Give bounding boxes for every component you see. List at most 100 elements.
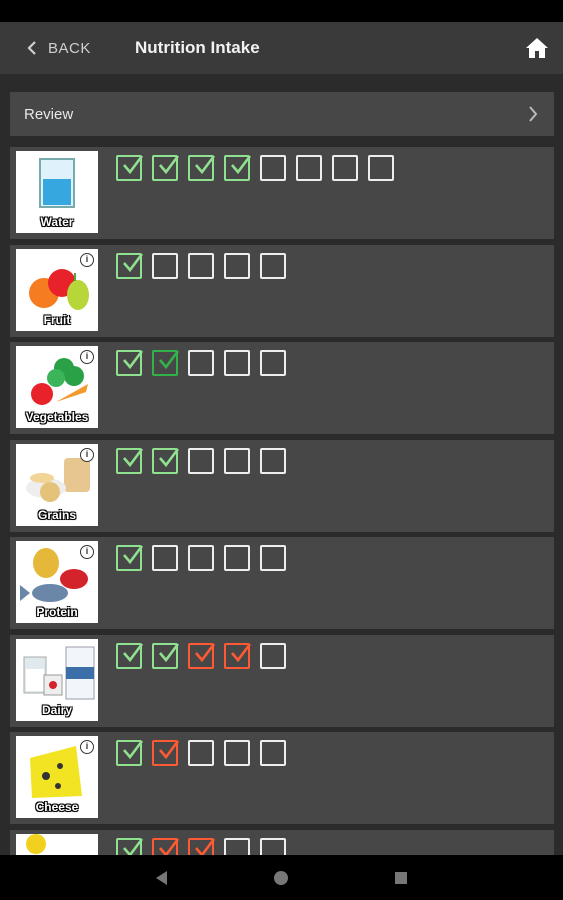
serving-checkbox-checked[interactable] <box>116 155 144 181</box>
serving-checkbox-empty[interactable] <box>260 837 286 855</box>
food-label: Grains <box>37 507 76 522</box>
food-row-grains[interactable]: i Grains <box>10 439 554 532</box>
serving-checkbox-checked[interactable] <box>116 642 144 669</box>
serving-checkbox-checked[interactable] <box>224 155 252 181</box>
food-row-water[interactable]: Water <box>10 147 554 239</box>
page-title: Nutrition Intake <box>135 38 260 57</box>
serving-checkbox-checked[interactable] <box>116 252 144 279</box>
serving-checkbox-checked[interactable] <box>152 447 180 474</box>
food-label: Cheese <box>35 800 79 814</box>
nav-home-icon[interactable] <box>272 869 290 887</box>
serving-checkboxes <box>116 447 286 474</box>
home-icon[interactable] <box>525 36 549 60</box>
serving-checkbox-empty[interactable] <box>368 155 394 181</box>
nav-back-icon[interactable] <box>153 869 171 887</box>
serving-checkbox-checked[interactable] <box>188 642 216 669</box>
serving-checkbox-empty[interactable] <box>224 740 250 766</box>
nav-recents-icon[interactable] <box>392 869 410 887</box>
checkmark-icon <box>123 252 144 272</box>
serving-checkbox-empty[interactable] <box>224 545 250 571</box>
info-icon[interactable]: i <box>80 350 94 364</box>
food-row-cheese[interactable]: i Cheese <box>10 732 554 824</box>
checkmark-icon <box>159 350 180 370</box>
info-icon[interactable]: i <box>80 545 94 559</box>
serving-checkbox-empty[interactable] <box>260 252 286 279</box>
serving-checkbox-checked[interactable] <box>116 447 144 474</box>
serving-checkbox-empty[interactable] <box>152 545 178 571</box>
serving-checkbox-checked[interactable] <box>224 642 252 669</box>
checkmark-icon <box>123 837 144 855</box>
serving-checkbox-checked[interactable] <box>188 837 216 855</box>
serving-checkbox-empty[interactable] <box>260 642 286 669</box>
checkmark-icon <box>123 155 144 175</box>
review-row[interactable]: Review <box>10 92 554 136</box>
serving-checkbox-checked[interactable] <box>188 155 216 181</box>
serving-checkbox-empty[interactable] <box>224 252 250 279</box>
app-bar: BACK Nutrition Intake <box>0 22 563 74</box>
serving-checkbox-checked[interactable] <box>116 837 144 855</box>
serving-checkbox-checked[interactable] <box>152 740 180 766</box>
food-row-protein[interactable]: i Protein <box>10 537 554 629</box>
serving-checkboxes <box>116 740 286 766</box>
serving-checkbox-checked[interactable] <box>116 545 144 571</box>
food-image[interactable]: i Protein <box>16 541 98 623</box>
food-label: Dairy <box>41 702 73 717</box>
serving-checkbox-empty[interactable] <box>260 545 286 571</box>
serving-checkbox-checked[interactable] <box>116 350 144 376</box>
serving-checkboxes <box>116 837 286 855</box>
serving-checkbox-checked[interactable] <box>152 642 180 669</box>
status-bar <box>0 0 563 22</box>
food-row-vegetables[interactable]: i Vegetables <box>10 342 554 434</box>
serving-checkbox-empty[interactable] <box>188 740 214 766</box>
serving-checkbox-empty[interactable] <box>260 155 286 181</box>
food-image[interactable]: i Grains <box>16 443 98 526</box>
food-label: Fruit <box>43 312 71 327</box>
checkmark-icon <box>231 155 252 175</box>
serving-checkbox-empty[interactable] <box>296 155 322 181</box>
info-icon[interactable]: i <box>80 447 94 462</box>
content-area[interactable]: Review Water i Fruit i Vegetables i Grains i Pro… <box>0 74 563 855</box>
food-row-fruit[interactable]: i Fruit <box>10 244 554 337</box>
food-image[interactable] <box>16 833 98 855</box>
serving-checkboxes <box>116 350 286 376</box>
serving-checkbox-checked[interactable] <box>152 837 180 855</box>
food-label: Vegetables <box>25 410 89 424</box>
info-icon[interactable]: i <box>80 252 94 267</box>
serving-checkbox-empty[interactable] <box>260 447 286 474</box>
info-icon[interactable]: i <box>80 740 94 754</box>
food-row-dairy[interactable]: Dairy <box>10 634 554 727</box>
food-image[interactable]: Water <box>16 151 98 233</box>
serving-checkbox-empty[interactable] <box>188 252 214 279</box>
serving-checkboxes <box>116 545 286 571</box>
serving-checkbox-empty[interactable] <box>224 837 250 855</box>
food-image[interactable]: Dairy <box>16 638 98 721</box>
food-label: Protein <box>36 605 78 619</box>
food-illustration-icon <box>26 833 46 854</box>
checkmark-icon <box>159 642 180 662</box>
food-image[interactable]: i Vegetables <box>16 346 98 428</box>
checkmark-icon <box>123 545 144 565</box>
serving-checkbox-empty[interactable] <box>332 155 358 181</box>
food-image[interactable]: i Cheese <box>16 736 98 818</box>
food-row-extra[interactable] <box>10 829 554 855</box>
review-label: Review <box>24 105 74 123</box>
serving-checkbox-empty[interactable] <box>188 545 214 571</box>
checkmark-icon <box>195 837 216 855</box>
serving-checkbox-checked[interactable] <box>152 155 180 181</box>
serving-checkbox-empty[interactable] <box>260 350 286 376</box>
serving-checkbox-empty[interactable] <box>188 350 214 376</box>
chevron-left-icon <box>27 41 36 55</box>
checkmark-icon <box>159 447 180 467</box>
food-label: Water <box>40 215 74 229</box>
serving-checkbox-empty[interactable] <box>260 740 286 766</box>
serving-checkbox-checked[interactable] <box>116 740 144 766</box>
back-button[interactable]: BACK <box>26 22 91 74</box>
serving-checkbox-empty[interactable] <box>224 447 250 474</box>
food-image[interactable]: i Fruit <box>16 248 98 331</box>
checkmark-icon <box>123 642 144 662</box>
serving-checkbox-empty[interactable] <box>224 350 250 376</box>
checkmark-icon <box>195 642 216 662</box>
serving-checkbox-checked[interactable] <box>152 350 180 376</box>
serving-checkbox-empty[interactable] <box>188 447 214 474</box>
serving-checkbox-empty[interactable] <box>152 252 178 279</box>
